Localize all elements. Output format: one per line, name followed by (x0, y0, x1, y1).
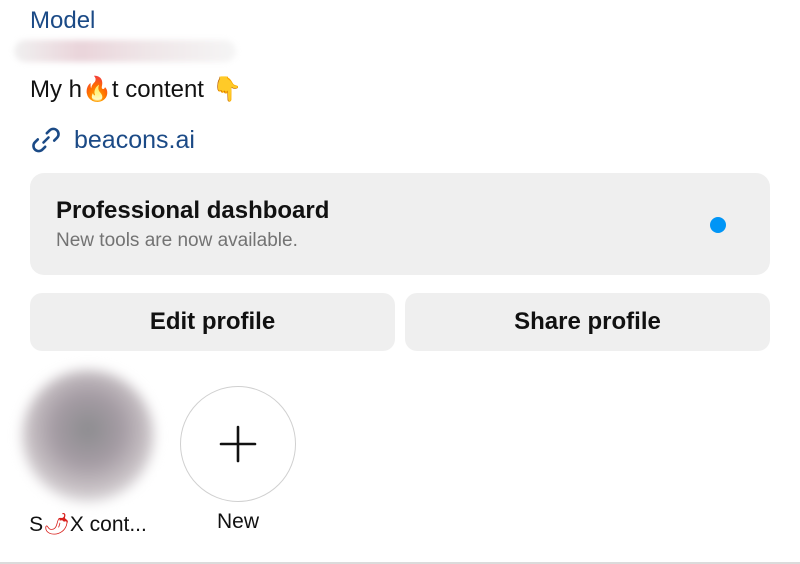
profile-link[interactable]: beacons.ai (30, 124, 195, 156)
dashboard-subtitle: New tools are now available. (56, 230, 298, 251)
edit-profile-button[interactable]: Edit profile (30, 293, 395, 351)
highlight-label-part-1: S (29, 513, 44, 536)
link-text[interactable]: beacons.ai (74, 124, 195, 156)
profile-category: Model (30, 7, 96, 34)
highlight-cover-image[interactable] (22, 370, 154, 502)
profile-section: Model My h🔥t content 👇 beacons.ai Profess… (0, 0, 800, 564)
notification-dot-icon (710, 217, 726, 233)
highlight-label: S🌶X cont... (18, 512, 158, 537)
pointing-down-emoji: 👇 (211, 75, 242, 103)
bio-text-2: t content (111, 76, 204, 103)
link-icon (32, 127, 60, 153)
new-highlight-button[interactable] (180, 386, 296, 502)
blurred-username (14, 40, 236, 62)
new-highlight[interactable]: New (168, 370, 308, 534)
highlight-label-part-2: X cont... (69, 513, 147, 536)
fire-emoji: 🔥 (82, 75, 112, 103)
bio-text-1: My h (30, 76, 83, 103)
professional-dashboard-card[interactable]: Professional dashboard New tools are now… (30, 173, 770, 275)
chili-pepper-emoji: 🌶 (43, 512, 70, 536)
story-highlight[interactable]: S🌶X cont... (18, 370, 158, 537)
plus-icon (219, 425, 257, 463)
share-profile-button[interactable]: Share profile (405, 293, 770, 351)
new-highlight-label: New (216, 510, 259, 533)
dashboard-title: Professional dashboard (56, 197, 330, 224)
profile-bio: My h🔥t content 👇 (30, 74, 242, 105)
